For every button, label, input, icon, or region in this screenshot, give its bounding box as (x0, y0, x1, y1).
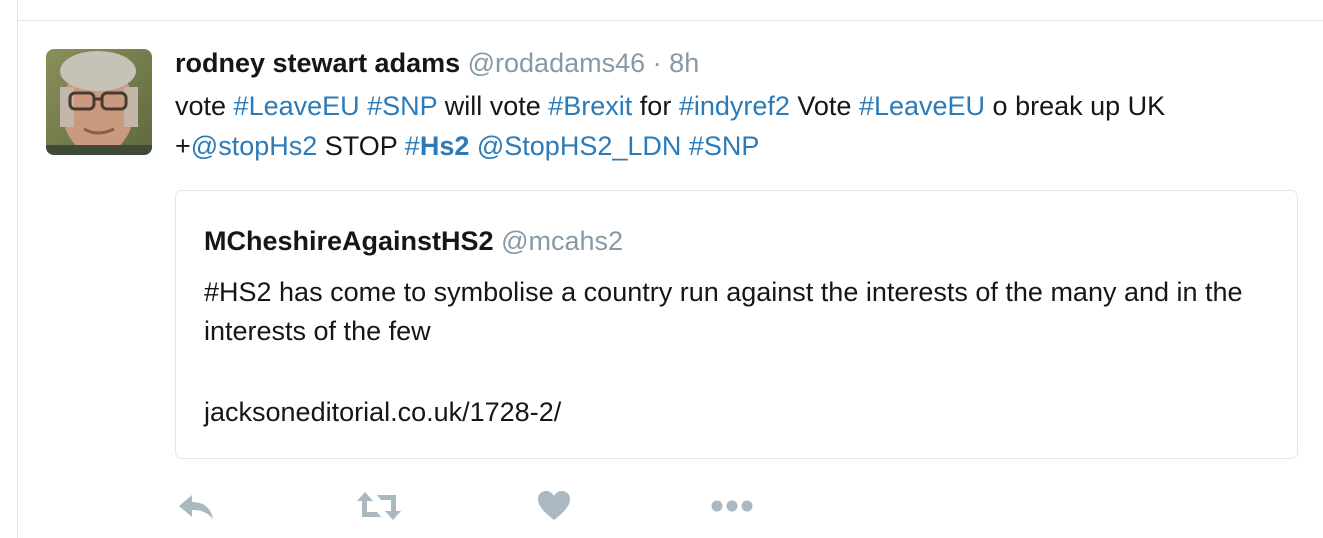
hashtag-link[interactable]: #SNP (367, 91, 437, 121)
hashtag-link[interactable]: #SNP (689, 131, 760, 161)
hashtag-link[interactable]: #Brexit (548, 91, 632, 121)
hashtag-link[interactable]: #LeaveEU (234, 91, 360, 121)
reply-icon (177, 491, 217, 521)
tweet-text: vote #LeaveEU #SNP will vote #Brexit for… (175, 86, 1295, 166)
user-handle[interactable]: @rodadams46 (468, 48, 646, 78)
quoted-text: #HS2 has come to symbolise a country run… (204, 277, 1243, 346)
retweet-button[interactable] (355, 484, 403, 528)
avatar[interactable] (46, 49, 152, 155)
tweet-text-segment: Vote (789, 91, 859, 121)
hashtag-link[interactable]: #indyref2 (679, 91, 790, 121)
reply-button[interactable] (177, 484, 217, 528)
quoted-link[interactable]: jacksoneditorial.co.uk/1728-2/ (204, 393, 561, 432)
tweet-header: rodney stewart adams @rodadams46 · 8h (175, 46, 699, 80)
timeline-border (17, 0, 18, 538)
tweet-card[interactable]: rodney stewart adams @rodadams46 · 8h vo… (0, 0, 1323, 538)
quoted-handle[interactable]: @mcahs2 (501, 226, 623, 256)
like-button[interactable] (536, 484, 572, 528)
more-button[interactable] (709, 484, 755, 528)
more-icon (709, 498, 755, 514)
tweet-text-segment (681, 131, 689, 161)
mention-link[interactable]: @stopHs2 (191, 131, 317, 161)
quoted-header: MCheshireAgainstHS2 @mcahs2 (204, 224, 623, 258)
tweet-text-segment: STOP (317, 131, 405, 161)
display-name[interactable]: rodney stewart adams (175, 48, 460, 78)
heart-icon (536, 490, 572, 522)
hashtag-link[interactable]: # (405, 131, 420, 161)
mention-link[interactable]: @StopHS2_LDN (477, 131, 682, 161)
tweet-actions (175, 484, 795, 528)
tweet-text-segment: for (632, 91, 679, 121)
timestamp[interactable]: 8h (669, 48, 699, 78)
hashtag-link[interactable]: #LeaveEU (859, 91, 985, 121)
retweet-icon (355, 490, 403, 522)
quoted-tweet[interactable]: MCheshireAgainstHS2 @mcahs2 #HS2 has com… (175, 190, 1298, 459)
hashtag-link[interactable]: Hs2 (420, 131, 470, 161)
quoted-display-name[interactable]: MCheshireAgainstHS2 (204, 226, 494, 256)
tweet-text-segment: will vote (437, 91, 549, 121)
tweet-text-segment: vote (175, 91, 234, 121)
separator-dot: · (652, 48, 662, 78)
tweet-text-segment (469, 131, 477, 161)
tweet-divider (18, 20, 1323, 21)
